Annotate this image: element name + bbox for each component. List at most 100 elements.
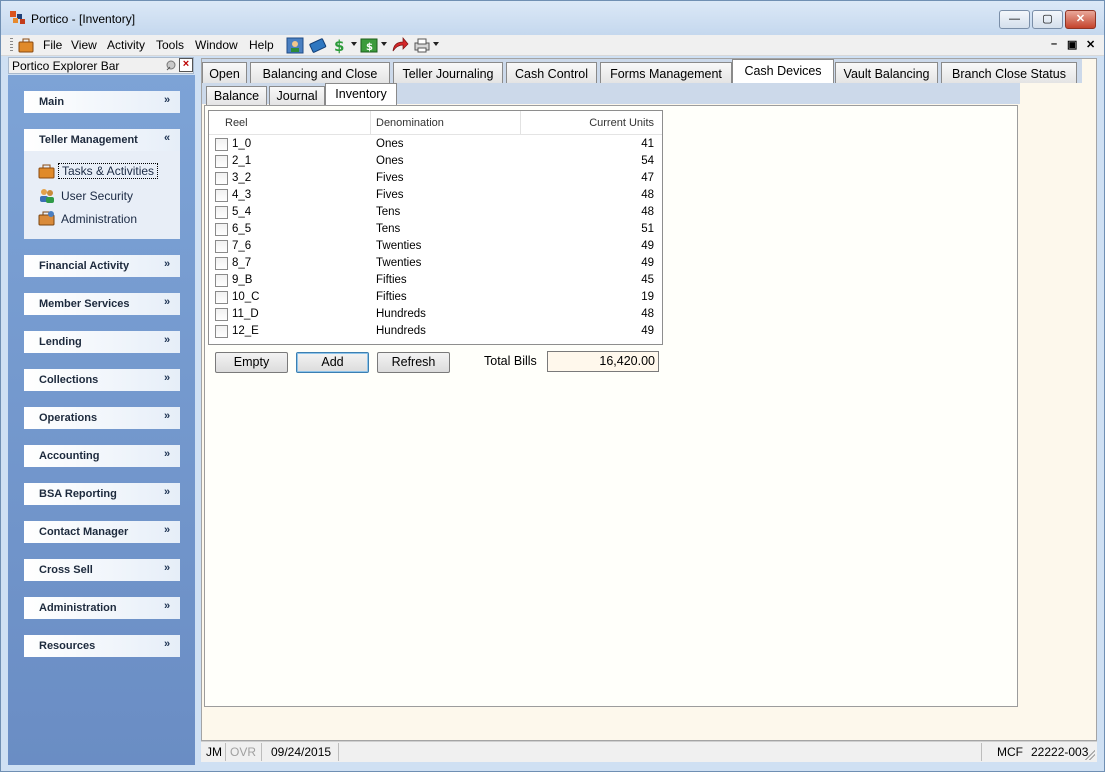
svg-text:$: $	[366, 42, 373, 53]
close-button[interactable]: ✕	[1065, 10, 1096, 29]
refresh-button[interactable]: Refresh	[377, 352, 450, 373]
row-checkbox[interactable]	[215, 257, 228, 270]
table-row[interactable]: 8_7 Twenties 49	[209, 255, 662, 272]
tab-branch-close-status[interactable]: Branch Close Status	[941, 62, 1077, 83]
chevron-collapse-icon[interactable]: «	[164, 132, 170, 144]
table-row[interactable]: 12_E Hundreds 49	[209, 323, 662, 340]
group-administration[interactable]: Administration »	[24, 597, 180, 619]
redo-arrow-icon[interactable]	[390, 36, 410, 55]
chevron-expand-icon[interactable]: »	[164, 562, 170, 574]
status-code: 22222-003	[1031, 745, 1089, 759]
group-teller-management[interactable]: Teller Management «	[24, 129, 180, 151]
group-main-label: Main	[39, 96, 65, 108]
group-contact-manager[interactable]: Contact Manager »	[24, 521, 180, 543]
menu-tools[interactable]: Tools	[156, 38, 184, 52]
row-checkbox[interactable]	[215, 274, 228, 287]
resize-grip[interactable]	[1085, 750, 1095, 760]
chevron-expand-icon[interactable]: »	[164, 296, 170, 308]
group-cross-sell[interactable]: Cross Sell »	[24, 559, 180, 581]
members-icon[interactable]	[285, 36, 305, 55]
column-header-current-units[interactable]: Current Units	[589, 117, 654, 129]
group-member-services[interactable]: Member Services »	[24, 293, 180, 315]
menu-file[interactable]: File	[43, 38, 62, 52]
toolbar-grip[interactable]	[10, 38, 13, 53]
group-accounting[interactable]: Accounting »	[24, 445, 180, 467]
maximize-button[interactable]: ▢	[1032, 10, 1063, 29]
table-row[interactable]: 5_4 Tens 48	[209, 204, 662, 221]
column-divider[interactable]	[370, 111, 371, 134]
chevron-expand-icon[interactable]: »	[164, 486, 170, 498]
table-row[interactable]: 6_5 Tens 51	[209, 221, 662, 238]
row-checkbox[interactable]	[215, 325, 228, 338]
row-checkbox[interactable]	[215, 223, 228, 236]
tab-cash-devices[interactable]: Cash Devices	[732, 59, 834, 84]
tab-vault-balancing[interactable]: Vault Balancing	[835, 62, 938, 83]
inventory-grid[interactable]: Reel Denomination Current Units 1_0 Ones 4…	[208, 110, 663, 345]
tab-open[interactable]: Open	[202, 62, 247, 83]
table-row[interactable]: 10_C Fifties 19	[209, 289, 662, 306]
group-accounting-label: Accounting	[39, 450, 100, 462]
menu-window[interactable]: Window	[195, 38, 238, 52]
row-checkbox[interactable]	[215, 291, 228, 304]
chevron-expand-icon[interactable]: »	[164, 334, 170, 346]
tab-balance[interactable]: Balance	[206, 86, 267, 105]
group-resources[interactable]: Resources »	[24, 635, 180, 657]
menu-activity[interactable]: Activity	[107, 38, 145, 52]
group-collections[interactable]: Collections »	[24, 369, 180, 391]
row-checkbox[interactable]	[215, 155, 228, 168]
minimize-button[interactable]: —	[999, 10, 1030, 29]
add-button[interactable]: Add	[296, 352, 369, 373]
table-row[interactable]: 2_1 Ones 54	[209, 153, 662, 170]
tab-forms-management[interactable]: Forms Management	[600, 62, 732, 83]
group-operations[interactable]: Operations »	[24, 407, 180, 429]
mdi-minimize-button[interactable]: –	[1051, 38, 1057, 50]
chevron-expand-icon[interactable]: »	[164, 94, 170, 106]
column-divider[interactable]	[520, 111, 521, 134]
table-row[interactable]: 9_B Fifties 45	[209, 272, 662, 289]
chevron-expand-icon[interactable]: »	[164, 524, 170, 536]
mdi-close-button[interactable]: ✕	[1086, 38, 1095, 51]
chevron-expand-icon[interactable]: »	[164, 372, 170, 384]
briefcase-icon[interactable]	[17, 37, 35, 54]
pin-icon[interactable]	[164, 59, 178, 72]
row-checkbox[interactable]	[215, 308, 228, 321]
print-dropdown-caret-icon[interactable]	[433, 42, 439, 46]
row-checkbox[interactable]	[215, 240, 228, 253]
row-checkbox[interactable]	[215, 189, 228, 202]
row-checkbox[interactable]	[215, 138, 228, 151]
tab-inventory[interactable]: Inventory	[325, 83, 397, 106]
menu-help[interactable]: Help	[249, 38, 274, 52]
chevron-expand-icon[interactable]: »	[164, 410, 170, 422]
group-bsa-reporting[interactable]: BSA Reporting »	[24, 483, 180, 505]
table-row[interactable]: 3_2 Fives 47	[209, 170, 662, 187]
chevron-expand-icon[interactable]: »	[164, 600, 170, 612]
chevron-expand-icon[interactable]: »	[164, 448, 170, 460]
empty-button[interactable]: Empty	[215, 352, 288, 373]
chevron-expand-icon[interactable]: »	[164, 258, 170, 270]
tab-cash-control[interactable]: Cash Control	[506, 62, 597, 83]
dollar-dropdown-caret-icon[interactable]	[351, 42, 357, 46]
tab-teller-journaling[interactable]: Teller Journaling	[393, 62, 503, 83]
group-financial-activity[interactable]: Financial Activity »	[24, 255, 180, 277]
card-icon[interactable]	[308, 36, 328, 55]
table-row[interactable]: 1_0 Ones 41	[209, 136, 662, 153]
row-checkbox[interactable]	[215, 206, 228, 219]
tab-journal[interactable]: Journal	[269, 86, 325, 105]
mdi-restore-button[interactable]: ▣	[1067, 38, 1077, 51]
print-icon[interactable]	[412, 36, 432, 55]
tab-balancing-and-close[interactable]: Balancing and Close	[250, 62, 390, 83]
cash-dropdown-caret-icon[interactable]	[381, 42, 387, 46]
table-row[interactable]: 7_6 Twenties 49	[209, 238, 662, 255]
dollar-icon[interactable]: $	[330, 36, 350, 55]
explorer-close-button[interactable]: ×	[179, 58, 193, 72]
table-row[interactable]: 4_3 Fives 48	[209, 187, 662, 204]
menu-view[interactable]: View	[71, 38, 97, 52]
group-main[interactable]: Main »	[24, 91, 180, 113]
column-header-denomination[interactable]: Denomination	[376, 117, 444, 129]
table-row[interactable]: 11_D Hundreds 48	[209, 306, 662, 323]
row-checkbox[interactable]	[215, 172, 228, 185]
group-lending[interactable]: Lending »	[24, 331, 180, 353]
cash-drawer-icon[interactable]: $	[359, 36, 379, 55]
chevron-expand-icon[interactable]: »	[164, 638, 170, 650]
column-header-reel[interactable]: Reel	[225, 117, 248, 129]
